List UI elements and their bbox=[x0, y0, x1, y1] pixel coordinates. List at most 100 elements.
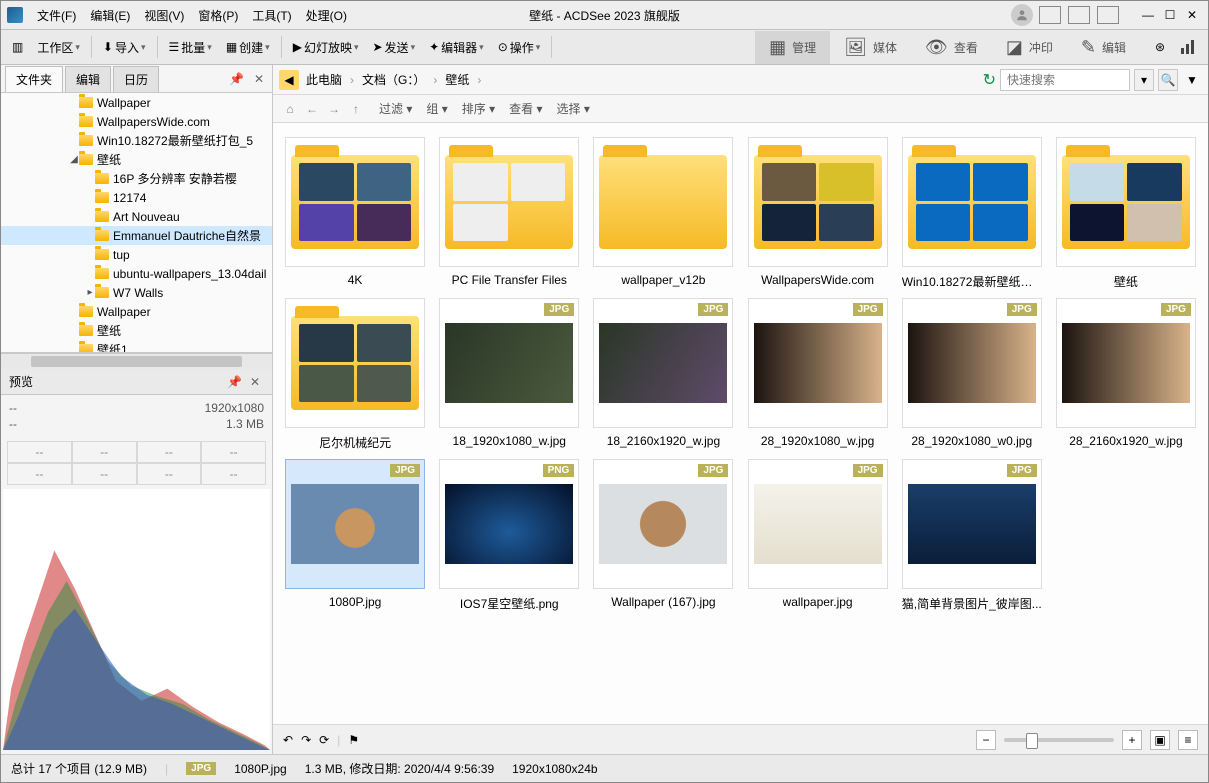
rotate-right-icon[interactable]: ↷ bbox=[301, 733, 311, 747]
thumb-item[interactable]: 4K bbox=[281, 137, 429, 290]
menu-file[interactable]: 文件(F) bbox=[31, 4, 82, 27]
tree-item[interactable]: 12174 bbox=[1, 188, 272, 207]
search-go-icon[interactable]: 🔍 bbox=[1158, 69, 1178, 91]
tb-action[interactable]: ⊙ 操作 ▾ bbox=[493, 36, 546, 59]
tree-item[interactable]: ◢壁纸 bbox=[1, 150, 272, 169]
rating-icon[interactable]: ⚑ bbox=[348, 733, 359, 747]
zoom-in-button[interactable]: + bbox=[1122, 730, 1142, 750]
thumb-item[interactable]: JPG18_2160x1920_w.jpg bbox=[589, 298, 737, 451]
mode-media[interactable]: 🖼媒体 bbox=[830, 31, 911, 64]
thumb-item[interactable]: JPG1080P.jpg bbox=[281, 459, 429, 612]
list-button[interactable]: ≡ bbox=[1178, 730, 1198, 750]
thumb-item[interactable]: JPG28_1920x1080_w0.jpg bbox=[898, 298, 1046, 451]
preview-close-icon[interactable]: ✕ bbox=[246, 373, 264, 391]
close-button[interactable]: ✕ bbox=[1182, 6, 1202, 24]
refresh-thumbs-icon[interactable]: ⟳ bbox=[319, 733, 329, 747]
thumb-item[interactable]: PC File Transfer Files bbox=[435, 137, 583, 290]
tb-slideshow[interactable]: ▶ 幻灯放映 ▾ bbox=[288, 36, 364, 59]
tree-item[interactable]: tup bbox=[1, 245, 272, 264]
thumb-item[interactable]: wallpaper_v12b bbox=[589, 137, 737, 290]
tree-item[interactable]: Emmanuel Dautriche自然景 bbox=[1, 226, 272, 245]
tree-item[interactable]: ▸W7 Walls bbox=[1, 283, 272, 302]
tb-send[interactable]: ➤ 发送 ▾ bbox=[367, 36, 420, 59]
tree-item[interactable]: 16P 多分辨率 安静若樱 bbox=[1, 169, 272, 188]
refresh-icon[interactable]: ↻ bbox=[983, 70, 996, 90]
tree-item[interactable]: ubuntu-wallpapers_13.04dail bbox=[1, 264, 272, 283]
up-icon[interactable]: ↑ bbox=[347, 100, 365, 118]
close-panel-icon[interactable]: ✕ bbox=[250, 70, 268, 88]
thumb-item[interactable]: JPGWallpaper (167).jpg bbox=[589, 459, 737, 612]
menu-view[interactable]: 视图(V) bbox=[138, 4, 190, 27]
panels-toggle-icon[interactable]: ▥ bbox=[7, 37, 28, 57]
tree-scroll-h[interactable] bbox=[1, 353, 272, 369]
tree-item[interactable]: Art Nouveau bbox=[1, 207, 272, 226]
vb-filter[interactable]: 过滤 ▾ bbox=[379, 100, 412, 117]
menu-edit[interactable]: 编辑(E) bbox=[84, 4, 136, 27]
tb-editor[interactable]: ✦ 编辑器 ▾ bbox=[424, 36, 489, 59]
minimize-button[interactable]: — bbox=[1138, 6, 1158, 24]
search-dropdown-icon[interactable]: ▾ bbox=[1134, 69, 1154, 91]
menu-panes[interactable]: 窗格(P) bbox=[192, 4, 244, 27]
vb-sort[interactable]: 排序 ▾ bbox=[462, 100, 495, 117]
tb-workspace[interactable]: 工作区 ▾ bbox=[32, 36, 85, 59]
bc-root[interactable]: 此电脑 bbox=[303, 69, 345, 90]
window-control-box3[interactable] bbox=[1097, 6, 1119, 24]
preview-pin-icon[interactable]: 📌 bbox=[223, 373, 246, 391]
thumb-item[interactable]: JPG18_1920x1080_w.jpg bbox=[435, 298, 583, 451]
zoom-out-button[interactable]: − bbox=[976, 730, 996, 750]
fit-button[interactable]: ▣ bbox=[1150, 730, 1170, 750]
tab-folders[interactable]: 文件夹 bbox=[5, 66, 63, 92]
vb-group[interactable]: 组 ▾ bbox=[426, 100, 447, 117]
tree-item[interactable]: WallpapersWide.com bbox=[1, 112, 272, 131]
tree-item[interactable]: Wallpaper bbox=[1, 93, 272, 112]
thumb-item[interactable]: WallpapersWide.com bbox=[744, 137, 892, 290]
rotate-left-icon[interactable]: ↶ bbox=[283, 733, 293, 747]
globe-icon[interactable]: ⊛ bbox=[1150, 37, 1170, 57]
tree-item[interactable]: Wallpaper bbox=[1, 302, 272, 321]
bc-drive[interactable]: 文档（G：） bbox=[359, 69, 428, 90]
window-control-box1[interactable] bbox=[1039, 6, 1061, 24]
chart-icon[interactable] bbox=[1178, 37, 1198, 57]
breadcrumb: 此电脑› 文档（G：）› 壁纸› bbox=[303, 69, 979, 90]
account-icon[interactable] bbox=[1011, 4, 1033, 26]
tab-calendar[interactable]: 日历 bbox=[113, 66, 159, 92]
thumb-item[interactable]: JPG28_2160x1920_w.jpg bbox=[1052, 298, 1200, 451]
mode-edit[interactable]: ✎编辑 bbox=[1067, 31, 1140, 64]
menu-process[interactable]: 处理(O) bbox=[300, 4, 353, 27]
nav-back-icon[interactable]: ◀ bbox=[279, 70, 299, 90]
thumb-item[interactable]: 尼尔机械纪元 bbox=[281, 298, 429, 451]
tb-import[interactable]: ⬇ 导入 ▾ bbox=[98, 36, 151, 59]
pin-icon[interactable]: 📌 bbox=[225, 70, 248, 88]
zoom-slider[interactable] bbox=[1004, 738, 1114, 742]
thumb-item[interactable]: 壁纸 bbox=[1052, 137, 1200, 290]
tab-edit[interactable]: 编辑 bbox=[65, 66, 111, 92]
folder-tree[interactable]: WallpaperWallpapersWide.comWin10.18272最新… bbox=[1, 93, 272, 353]
mode-develop[interactable]: ◪冲印 bbox=[992, 31, 1067, 64]
thumb-item[interactable]: JPGwallpaper.jpg bbox=[744, 459, 892, 612]
window-control-box2[interactable] bbox=[1068, 6, 1090, 24]
search-input[interactable] bbox=[1000, 69, 1130, 91]
menu-tools[interactable]: 工具(T) bbox=[246, 4, 297, 27]
fwd-icon[interactable]: → bbox=[325, 100, 343, 118]
tree-item[interactable]: 壁纸1 bbox=[1, 340, 272, 353]
filter-icon[interactable]: ▼ bbox=[1182, 69, 1202, 91]
tb-create[interactable]: ▦ 创建 ▾ bbox=[221, 36, 275, 59]
back-icon[interactable]: ← bbox=[303, 100, 321, 118]
mode-manage[interactable]: ▦管理 bbox=[755, 31, 830, 64]
maximize-button[interactable]: ☐ bbox=[1160, 6, 1180, 24]
vb-select[interactable]: 选择 ▾ bbox=[557, 100, 590, 117]
thumb-item[interactable]: PNGIOS7星空壁纸.png bbox=[435, 459, 583, 612]
home-icon[interactable]: ⌂ bbox=[281, 100, 299, 118]
mode-view[interactable]: 👁查看 bbox=[911, 31, 992, 64]
thumbnail-grid[interactable]: 4KPC File Transfer Fileswallpaper_v12bWa… bbox=[273, 123, 1208, 724]
thumb-label: 18_2160x1920_w.jpg bbox=[607, 434, 720, 448]
tree-item[interactable]: Win10.18272最新壁纸打包_5 bbox=[1, 131, 272, 150]
thumb-item[interactable]: Win10.18272最新壁纸打... bbox=[898, 137, 1046, 290]
thumb-item[interactable]: JPG猫,简单背景图片_彼岸图... bbox=[898, 459, 1046, 612]
format-badge: JPG bbox=[1007, 464, 1037, 477]
vb-view[interactable]: 查看 ▾ bbox=[509, 100, 542, 117]
tb-batch[interactable]: ☰ 批量 ▾ bbox=[164, 36, 217, 59]
thumb-item[interactable]: JPG28_1920x1080_w.jpg bbox=[744, 298, 892, 451]
bc-folder[interactable]: 壁纸 bbox=[442, 69, 472, 90]
tree-item[interactable]: 壁纸 bbox=[1, 321, 272, 340]
